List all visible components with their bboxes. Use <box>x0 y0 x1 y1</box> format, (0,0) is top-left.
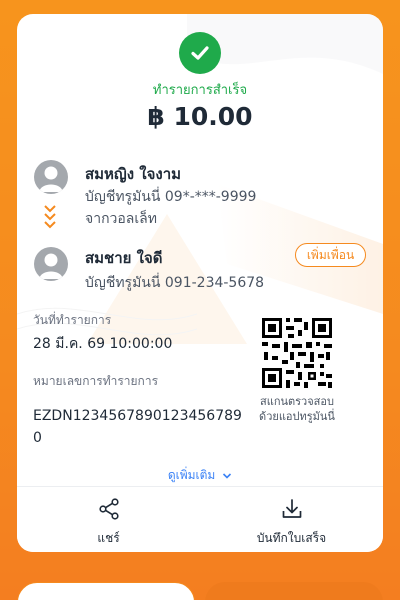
sender-source: จากวอลเล็ท <box>85 211 157 227</box>
chevron-down-icon <box>44 205 56 229</box>
share-label: แชร์ <box>97 531 120 545</box>
qr-code <box>260 316 334 390</box>
transfer-amount: ฿ 10.00 <box>147 102 253 131</box>
sender-account: บัญชีทรูมันนี่ 09*-***-9999 <box>85 189 257 205</box>
chevron-down-icon <box>223 472 232 479</box>
receiver-avatar <box>34 247 68 281</box>
transaction-id-value: EZDN12345678901234567890 <box>33 408 242 446</box>
download-icon <box>282 499 301 518</box>
sender-name: สมหญิง ใจงาม <box>85 165 182 183</box>
primary-button[interactable] <box>205 582 383 600</box>
add-friend-button[interactable]: เพิ่มเพื่อน <box>295 243 366 267</box>
qr-caption-line1: สแกนตรวจสอบ <box>260 395 334 408</box>
see-more-link[interactable]: ดูเพิ่มเติม <box>17 466 383 485</box>
see-more-label: ดูเพิ่มเติม <box>167 468 216 482</box>
success-check-icon <box>179 32 221 74</box>
date-label: วันที่ทำรายการ <box>33 313 112 327</box>
share-icon <box>98 498 119 520</box>
receipt-card: ทำรายการสำเร็จ ฿ 10.00 สมหญิง ใจงาม บัญช… <box>17 14 383 552</box>
transaction-id-label: หมายเลขการทำรายการ <box>33 374 159 388</box>
sender-avatar <box>34 160 68 194</box>
receiver-account: บัญชีทรูมันนี่ 091-234-5678 <box>85 275 265 291</box>
qr-caption: สแกนตรวจสอบ ด้วยแอปทรูมันนี่ <box>247 394 347 424</box>
qr-caption-line2: ด้วยแอปทรูมันนี่ <box>259 410 335 423</box>
save-receipt-label: บันทึกใบเสร็จ <box>256 531 327 545</box>
secondary-button[interactable] <box>17 582 195 600</box>
receiver-name: สมชาย ใจดี <box>85 249 163 267</box>
save-receipt-button[interactable]: บันทึกใบเสร็จ <box>200 487 383 552</box>
date-value: 28 มี.ค. 69 10:00:00 <box>33 336 173 352</box>
receipt-actions: แชร์ บันทึกใบเสร็จ <box>17 486 383 552</box>
share-button[interactable]: แชร์ <box>17 487 200 552</box>
status-text: ทำรายการสำเร็จ <box>152 83 248 98</box>
